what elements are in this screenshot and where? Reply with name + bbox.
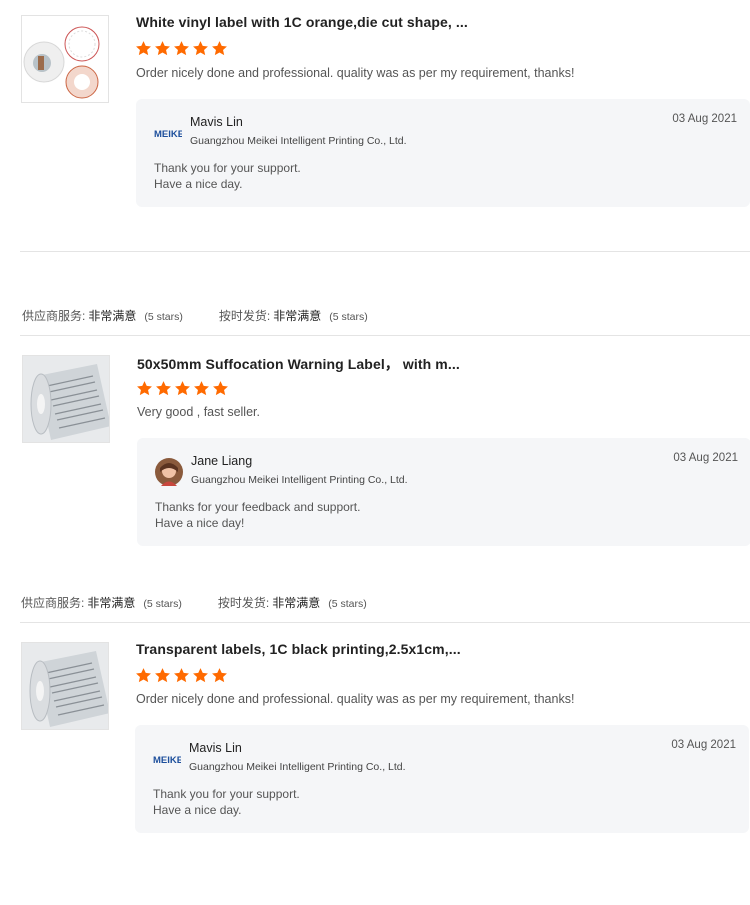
reply-text-line: Have a nice day. <box>154 177 243 191</box>
star-icon <box>136 668 151 683</box>
supplier-avatar <box>155 458 183 486</box>
shipping-rating-label: 按时发货: <box>217 596 270 610</box>
reply-text-line: Thank you for your support. <box>153 787 300 801</box>
reply-date: 03 Aug 2021 <box>671 739 736 751</box>
service-rating-label: 供应商服务: <box>21 596 85 610</box>
supplier-reply: Jane Liang Guangzhou Meikei Intelligent … <box>137 438 750 546</box>
ratings-divider <box>20 335 750 336</box>
review-comment: Order nicely done and professional. qual… <box>136 66 575 80</box>
supplier-avatar: MEIKEI <box>154 119 187 147</box>
shipping-rating-value: 非常满意 <box>273 309 322 323</box>
shipping-rating-label: 按时发货: <box>218 309 271 323</box>
product-thumbnail[interactable] <box>21 642 109 730</box>
star-icon <box>193 41 208 56</box>
supplier-avatar: MEIKEI <box>153 745 186 773</box>
rating-stars <box>136 380 229 397</box>
star-icon <box>174 668 189 683</box>
star-icon <box>156 381 171 396</box>
star-icon <box>212 41 227 56</box>
shipping-rating-value: 非常满意 <box>272 596 321 610</box>
product-thumbnail[interactable] <box>22 355 110 443</box>
reply-company: Guangzhou Meikei Intelligent Printing Co… <box>190 135 407 147</box>
reply-author: Mavis Lin <box>189 741 242 755</box>
supplier-reply: MEIKEI Mavis Lin Guangzhou Meikei Intell… <box>135 725 749 833</box>
supplier-ratings: 供应商服务: 非常满意 (5 stars) 按时发货: 非常满意 (5 star… <box>22 307 368 324</box>
star-icon <box>137 381 152 396</box>
service-rating-value: 非常满意 <box>88 309 137 323</box>
service-rating-stars: (5 stars) <box>143 598 182 610</box>
star-icon <box>193 668 208 683</box>
reply-text-line: Have a nice day! <box>155 516 245 530</box>
label-roll-image <box>23 356 109 442</box>
service-rating-label: 供应商服务: <box>22 309 86 323</box>
star-icon <box>194 381 209 396</box>
product-title[interactable]: Transparent labels, 1C black printing,2.… <box>136 641 461 657</box>
reply-text-line: Thank you for your support. <box>154 161 301 175</box>
reply-date: 03 Aug 2021 <box>672 113 737 125</box>
star-icon <box>136 41 151 56</box>
star-icon <box>212 668 227 683</box>
review-divider <box>20 251 750 252</box>
review-comment: Very good , fast seller. <box>137 405 260 419</box>
rating-stars <box>135 40 228 57</box>
reply-date: 03 Aug 2021 <box>673 452 738 464</box>
reply-company: Guangzhou Meikei Intelligent Printing Co… <box>191 474 408 486</box>
reply-company: Guangzhou Meikei Intelligent Printing Co… <box>189 761 406 773</box>
reply-text-line: Have a nice day. <box>153 803 242 817</box>
star-icon <box>155 41 170 56</box>
shipping-rating-stars: (5 stars) <box>329 311 368 323</box>
avatar-logo-text: MEIKEI <box>153 755 181 766</box>
reply-author: Mavis Lin <box>190 115 243 129</box>
service-rating-value: 非常满意 <box>87 596 136 610</box>
avatar-logo-text: MEIKEI <box>154 129 182 140</box>
reply-text-line: Thanks for your feedback and support. <box>155 500 361 514</box>
star-icon <box>213 381 228 396</box>
label-roll-image <box>22 643 108 729</box>
ratings-divider <box>20 622 750 623</box>
star-icon <box>175 381 190 396</box>
rating-stars <box>135 667 228 684</box>
supplier-reply: MEIKEI Mavis Lin Guangzhou Meikei Intell… <box>136 99 750 207</box>
review-comment: Order nicely done and professional. qual… <box>136 692 575 706</box>
star-icon <box>155 668 170 683</box>
reply-author: Jane Liang <box>191 454 253 468</box>
product-thumbnail[interactable] <box>21 15 109 103</box>
service-rating-stars: (5 stars) <box>144 311 183 323</box>
star-icon <box>174 41 189 56</box>
shipping-rating-stars: (5 stars) <box>328 598 367 610</box>
label-roll-image <box>22 16 108 102</box>
product-title[interactable]: White vinyl label with 1C orange,die cut… <box>136 14 468 30</box>
supplier-ratings: 供应商服务: 非常满意 (5 stars) 按时发货: 非常满意 (5 star… <box>21 594 367 611</box>
product-title[interactable]: 50x50mm Suffocation Warning Label， with … <box>137 354 460 374</box>
